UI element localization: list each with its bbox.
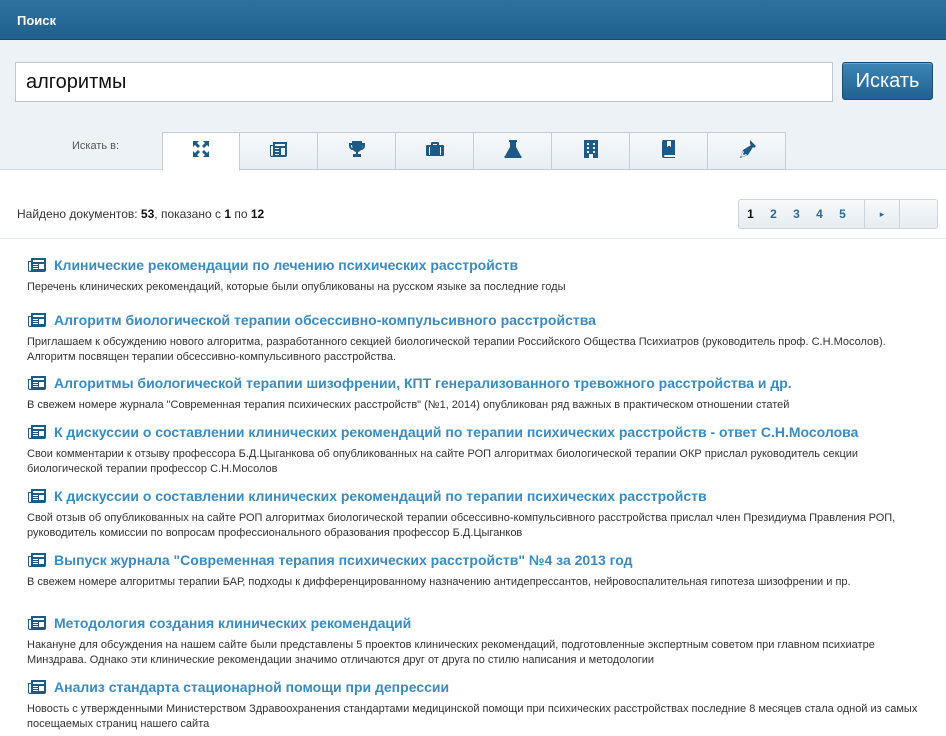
tab-jobs[interactable] xyxy=(396,132,474,170)
book-icon xyxy=(659,139,679,164)
list-item: Анализ стандарта стационарной помощи при… xyxy=(27,678,927,732)
page-link-4[interactable]: 4 xyxy=(808,207,831,221)
result-snippet: В свежем номере журнала "Современная тер… xyxy=(27,399,790,411)
list-item: К дискуссии о составлении клинических ре… xyxy=(27,423,927,477)
tab-all[interactable] xyxy=(162,132,240,171)
result-title-link[interactable]: Анализ стандарта стационарной помощи при… xyxy=(54,679,449,695)
result-snippet: Свой отзыв об опубликованных на сайте РО… xyxy=(27,512,896,539)
result-title-link[interactable]: Клинические рекомендации по лечению псих… xyxy=(54,257,518,273)
tab-awards[interactable] xyxy=(318,132,396,170)
trophy-icon xyxy=(347,139,367,164)
search-button[interactable]: Искать xyxy=(842,62,933,100)
tab-news[interactable] xyxy=(240,132,318,170)
result-snippet: Свои комментарии к отзыву профессора Б.Д… xyxy=(27,448,859,475)
result-title-link[interactable]: Алгоритм биологической терапии обсессивн… xyxy=(54,312,596,328)
result-snippet: Новость с утвержденными Министерством Зд… xyxy=(27,703,918,730)
next-page-button[interactable]: ▸ xyxy=(864,200,900,228)
list-item: Алгоритмы биологической терапии шизофрен… xyxy=(27,374,927,413)
tab-organizations[interactable] xyxy=(552,132,630,170)
list-item: Выпуск журнала "Современная терапия псих… xyxy=(27,551,927,590)
pagination: 1 2 3 4 5 ▸ xyxy=(738,199,938,229)
list-item: Клинические рекомендации по лечению псих… xyxy=(27,256,927,295)
tab-library[interactable] xyxy=(630,132,708,170)
newspaper-icon xyxy=(269,139,289,164)
newspaper-icon xyxy=(27,375,47,392)
page-header: Поиск xyxy=(0,0,946,40)
newspaper-icon xyxy=(27,312,47,329)
page-link-3[interactable]: 3 xyxy=(785,207,808,221)
newspaper-icon xyxy=(27,679,47,696)
result-snippet: Накануне для обсуждения на нашем сайте б… xyxy=(27,639,875,666)
newspaper-icon xyxy=(27,552,47,569)
search-scope-tabs xyxy=(162,132,786,171)
results-total: 53 xyxy=(140,207,155,221)
result-title-link[interactable]: Алгоритмы биологической терапии шизофрен… xyxy=(54,375,792,391)
flask-icon xyxy=(503,139,523,164)
result-title-link[interactable]: К дискуссии о составлении клинических ре… xyxy=(54,488,707,504)
newspaper-icon xyxy=(27,488,47,505)
search-input[interactable] xyxy=(15,62,833,102)
page-link-2[interactable]: 2 xyxy=(762,207,785,221)
results-count: Найдено документов: 53, показано с 1 по … xyxy=(17,207,265,221)
results-from: 1 xyxy=(224,207,232,221)
result-title-link[interactable]: Выпуск журнала "Современная терапия псих… xyxy=(54,552,633,568)
page-link-1[interactable]: 1 xyxy=(739,207,762,221)
tab-research[interactable] xyxy=(474,132,552,170)
list-item: Алгоритм биологической терапии обсессивн… xyxy=(27,311,927,365)
results-summary-bar: Найдено документов: 53, показано с 1 по … xyxy=(0,171,946,239)
result-title-link[interactable]: Методология создания клинических рекомен… xyxy=(54,615,411,631)
list-item: К дискуссии о составлении клинических ре… xyxy=(27,487,927,541)
newspaper-icon xyxy=(27,257,47,274)
page-link-5[interactable]: 5 xyxy=(831,207,854,221)
tab-articles[interactable] xyxy=(708,132,786,170)
expand-arrows-icon xyxy=(191,139,211,164)
result-snippet: В свежем номере алгоритмы терапии БАР, п… xyxy=(27,576,851,588)
newspaper-icon xyxy=(27,615,47,632)
building-icon xyxy=(581,139,601,164)
results-to: 12 xyxy=(250,207,265,221)
result-title-link[interactable]: К дискуссии о составлении клинических ре… xyxy=(54,424,858,440)
page-title: Поиск xyxy=(17,13,57,28)
newspaper-icon xyxy=(27,424,47,441)
pen-nib-icon xyxy=(737,139,757,164)
result-snippet: Перечень клинических рекомендаций, котор… xyxy=(27,281,566,293)
briefcase-icon xyxy=(425,139,445,164)
list-item: Методология создания клинических рекомен… xyxy=(27,614,927,668)
result-snippet: Приглашаем к обсуждению нового алгоритма… xyxy=(27,336,886,363)
search-in-label: Искать в: xyxy=(72,140,120,152)
